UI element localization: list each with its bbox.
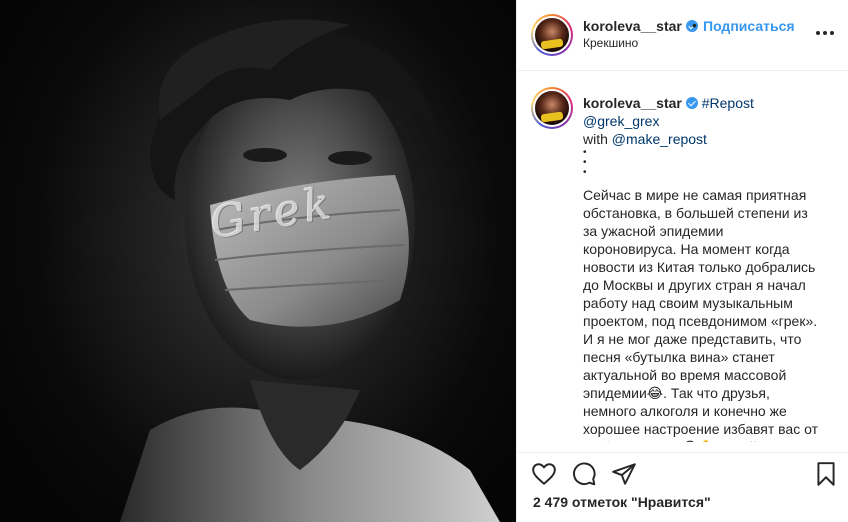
likes-count[interactable]: 2 479 отметок "Нравится": [533, 494, 711, 510]
post-photo[interactable]: Grek: [0, 0, 516, 522]
comments-area[interactable]: koroleva__star #Repost @grek_grex with @…: [517, 72, 848, 442]
caption-dots: • • •: [583, 147, 588, 178]
post-side-panel: koroleva__star • Подписаться Крекшино ko…: [516, 0, 848, 522]
verified-badge-icon: [685, 97, 698, 109]
author-username[interactable]: koroleva__star: [583, 18, 698, 34]
separator-dot: •: [692, 17, 697, 33]
caption-with-prefix: with: [583, 131, 612, 147]
caption-with-handle[interactable]: @make_repost: [612, 131, 707, 147]
more-icon[interactable]: [816, 24, 834, 42]
caption-avatar[interactable]: [531, 87, 573, 129]
photo-illustration: [120, 19, 500, 522]
post-actions: [517, 452, 848, 492]
author-avatar[interactable]: [531, 14, 573, 56]
share-icon[interactable]: [611, 461, 637, 487]
author-username-text[interactable]: koroleva__star: [583, 18, 682, 34]
follow-button[interactable]: Подписаться: [703, 18, 795, 34]
post-location[interactable]: Крекшино: [583, 36, 638, 50]
caption-username[interactable]: koroleva__star: [583, 95, 682, 111]
post-header: koroleva__star • Подписаться Крекшино: [517, 0, 848, 71]
heart-icon[interactable]: [531, 461, 557, 487]
post-caption: koroleva__star #Repost @grek_grex with @…: [583, 94, 819, 442]
bookmark-icon[interactable]: [813, 461, 839, 487]
comment-icon[interactable]: [571, 461, 597, 487]
caption-body: Сейчас в мире не самая приятная обстанов…: [583, 187, 818, 442]
